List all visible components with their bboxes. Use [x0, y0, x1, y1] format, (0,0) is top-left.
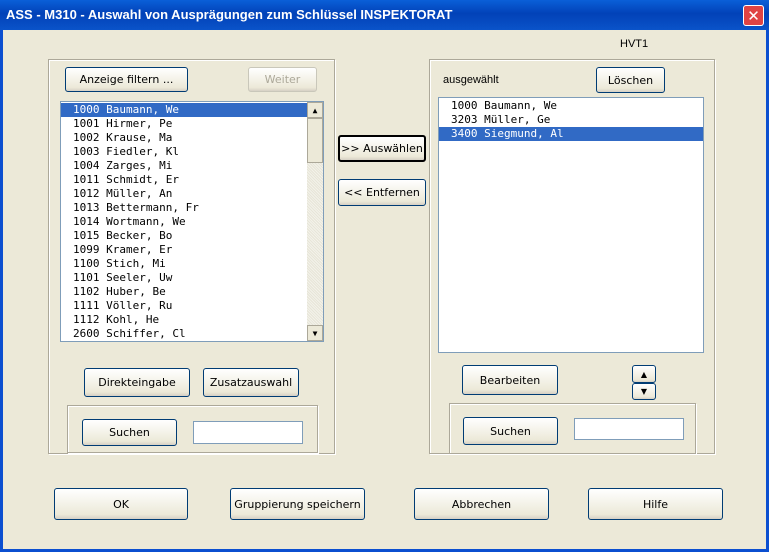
available-list-item[interactable]: 1111 Völler, Ru	[61, 299, 307, 313]
ok-button[interactable]: OK	[54, 488, 188, 520]
available-list-item[interactable]: 2600 Schiffer, Cl	[61, 327, 307, 341]
available-list-item[interactable]: 1012 Müller, An	[61, 187, 307, 201]
right-search-input[interactable]	[574, 418, 684, 440]
selected-list-item[interactable]: 3203 Müller, Ge	[439, 113, 703, 127]
left-suchen-button[interactable]: Suchen	[82, 419, 177, 446]
selected-header-label: ausgewählt	[443, 74, 499, 86]
abbrechen-button[interactable]: Abbrechen	[414, 488, 549, 520]
selected-list[interactable]: 1000 Baumann, We 3203 Müller, Ge 3400 Sieg…	[438, 97, 704, 353]
available-list-item[interactable]: 1100 Stich, Mi	[61, 257, 307, 271]
available-list-scrollbar[interactable]: ▲ ▼	[307, 102, 323, 341]
available-list-item[interactable]: 1003 Fiedler, Kl	[61, 145, 307, 159]
available-list-item[interactable]: 1002 Krause, Ma	[61, 131, 307, 145]
scroll-thumb[interactable]	[307, 118, 323, 163]
scroll-down-icon[interactable]: ▼	[307, 325, 323, 341]
gruppierung-speichern-button[interactable]: Gruppierung speichern	[230, 488, 365, 520]
entfernen-button[interactable]: << Entfernen	[338, 179, 426, 206]
loeschen-button[interactable]: Löschen	[596, 67, 665, 93]
title-bar[interactable]: ASS - M310 - Auswahl von Ausprägungen zu…	[0, 0, 769, 30]
available-list[interactable]: 1000 Baumann, We 1001 Hirmer, Pe 1002 Krau…	[60, 101, 324, 342]
available-list-item[interactable]: 1001 Hirmer, Pe	[61, 117, 307, 131]
available-list-item[interactable]: 1101 Seeler, Uw	[61, 271, 307, 285]
move-down-icon[interactable]: ▼	[632, 383, 656, 400]
close-icon[interactable]: ✕	[743, 5, 764, 26]
right-suchen-button[interactable]: Suchen	[463, 417, 558, 445]
zusatzauswahl-button[interactable]: Zusatzauswahl	[203, 368, 299, 397]
available-list-item[interactable]: 1013 Bettermann, Fr	[61, 201, 307, 215]
hvt-label: HVT1	[620, 38, 649, 50]
move-up-icon[interactable]: ▲	[632, 365, 656, 383]
available-list-item[interactable]: 1015 Becker, Bo	[61, 229, 307, 243]
available-list-item[interactable]: 1011 Schmidt, Er	[61, 173, 307, 187]
available-list-item[interactable]: 1000 Baumann, We	[61, 103, 307, 117]
available-list-item[interactable]: 1004 Zarges, Mi	[61, 159, 307, 173]
bearbeiten-button[interactable]: Bearbeiten	[462, 365, 558, 395]
scroll-up-icon[interactable]: ▲	[307, 102, 323, 118]
window-title: ASS - M310 - Auswahl von Ausprägungen zu…	[6, 7, 453, 22]
weiter-button[interactable]: Weiter	[248, 67, 317, 92]
selected-list-item[interactable]: 1000 Baumann, We	[439, 99, 703, 113]
selected-list-item[interactable]: 3400 Siegmund, Al	[439, 127, 703, 141]
left-search-input[interactable]	[193, 421, 303, 444]
hilfe-button[interactable]: Hilfe	[588, 488, 723, 520]
available-list-item[interactable]: 1099 Kramer, Er	[61, 243, 307, 257]
filter-button[interactable]: Anzeige filtern ...	[65, 67, 188, 92]
available-list-item[interactable]: 1112 Kohl, He	[61, 313, 307, 327]
available-list-item[interactable]: 1014 Wortmann, We	[61, 215, 307, 229]
direkteingabe-button[interactable]: Direkteingabe	[84, 368, 190, 397]
available-list-item[interactable]: 1102 Huber, Be	[61, 285, 307, 299]
auswaehlen-button[interactable]: >> Auswählen	[338, 135, 426, 162]
